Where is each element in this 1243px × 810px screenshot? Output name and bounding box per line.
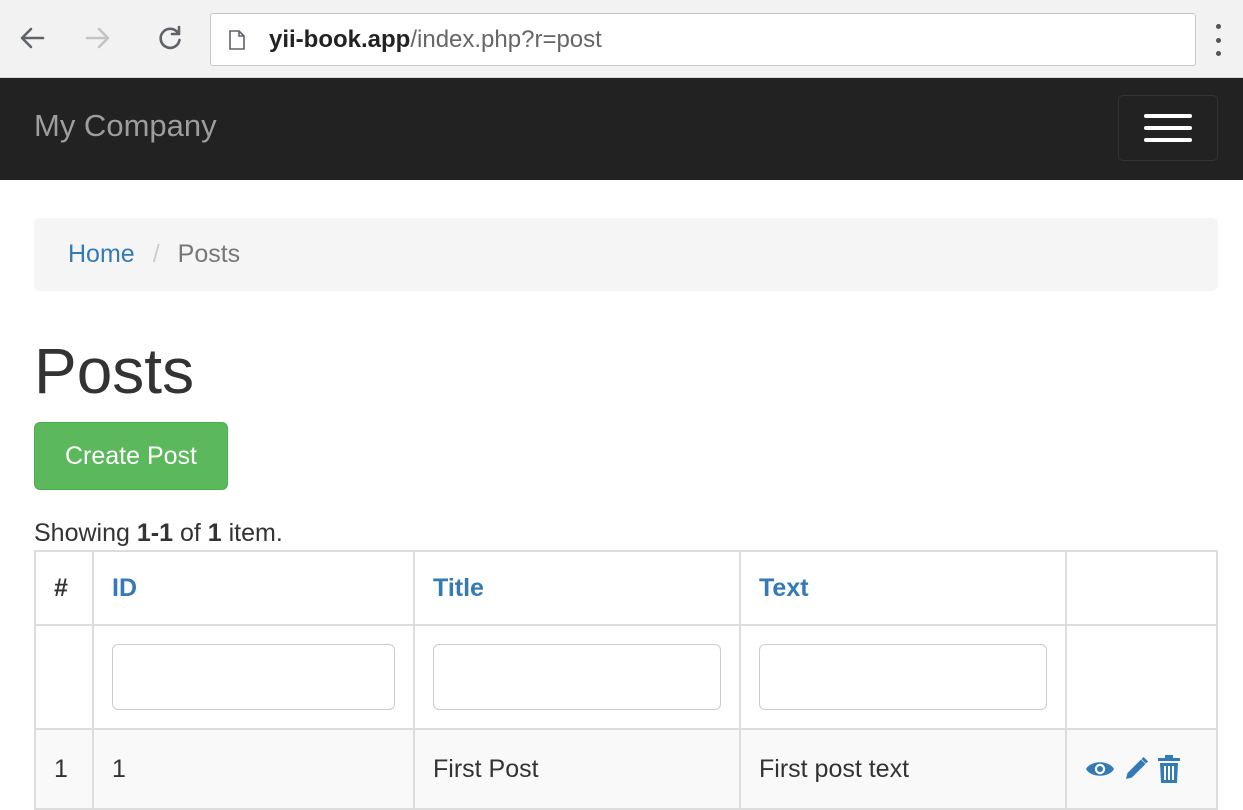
pencil-icon[interactable] <box>1123 756 1149 782</box>
page-icon <box>229 29 251 51</box>
column-header-text[interactable]: Text <box>739 550 1067 626</box>
posts-grid: # ID Title Text 1 1 First Post First pos… <box>34 550 1218 810</box>
cell-serial: 1 <box>34 728 94 810</box>
filter-cell-text <box>739 624 1067 730</box>
filter-row <box>34 624 1218 730</box>
arrow-left-icon <box>20 27 45 49</box>
forward-button[interactable] <box>80 18 116 58</box>
filter-cell-id <box>92 624 415 730</box>
address-bar[interactable]: yii-book.app/index.php?r=post <box>210 13 1196 66</box>
cell-id: 1 <box>92 728 415 810</box>
summary-middle: of <box>173 519 208 547</box>
table-row: 1 1 First Post First post text <box>34 728 1218 810</box>
arrow-right-icon <box>85 27 110 49</box>
filter-input-title[interactable] <box>433 644 721 710</box>
eye-icon[interactable] <box>1085 758 1115 780</box>
reload-button[interactable] <box>152 18 188 58</box>
summary-total: 1 <box>207 519 222 547</box>
trash-icon[interactable] <box>1157 754 1181 784</box>
filter-cell-actions <box>1065 624 1218 730</box>
main-container: Home / Posts Posts Create Post Showing 1… <box>34 218 1218 810</box>
reload-icon <box>159 25 181 50</box>
hamburger-icon <box>1144 114 1192 118</box>
header-row: # ID Title Text <box>34 550 1218 626</box>
breadcrumb: Home / Posts <box>34 218 1218 291</box>
back-button[interactable] <box>14 18 50 58</box>
cell-text: First post text <box>739 728 1067 810</box>
cell-actions <box>1065 728 1218 810</box>
kebab-menu-icon[interactable] <box>1213 24 1223 56</box>
filter-cell-title <box>413 624 741 730</box>
url-path: /index.php?r=post <box>410 25 602 53</box>
filter-input-text[interactable] <box>759 644 1047 710</box>
column-header-id[interactable]: ID <box>92 550 415 626</box>
create-post-button[interactable]: Create Post <box>34 422 229 490</box>
brand-link[interactable]: My Company <box>34 108 217 144</box>
summary-prefix: Showing <box>34 519 137 547</box>
filter-cell-empty <box>34 624 94 730</box>
navbar: My Company <box>0 78 1243 180</box>
column-header-actions <box>1065 550 1218 626</box>
summary-range: 1-1 <box>136 519 173 547</box>
column-header-title[interactable]: Title <box>413 550 741 626</box>
breadcrumb-separator: / <box>152 240 160 268</box>
browser-toolbar: yii-book.app/index.php?r=post <box>0 0 1243 78</box>
navbar-toggle-button[interactable] <box>1118 95 1218 161</box>
grid-summary: Showing 1-1 of 1 item. <box>34 516 1218 550</box>
filter-input-id[interactable] <box>112 644 395 710</box>
page-title: Posts <box>34 335 195 407</box>
cell-title: First Post <box>413 728 741 810</box>
summary-suffix: item. <box>221 519 283 547</box>
column-header-serial: # <box>34 550 94 626</box>
url-host: yii-book.app <box>269 25 411 53</box>
breadcrumb-home-link[interactable]: Home <box>68 240 135 269</box>
breadcrumb-current: Posts <box>177 240 241 268</box>
